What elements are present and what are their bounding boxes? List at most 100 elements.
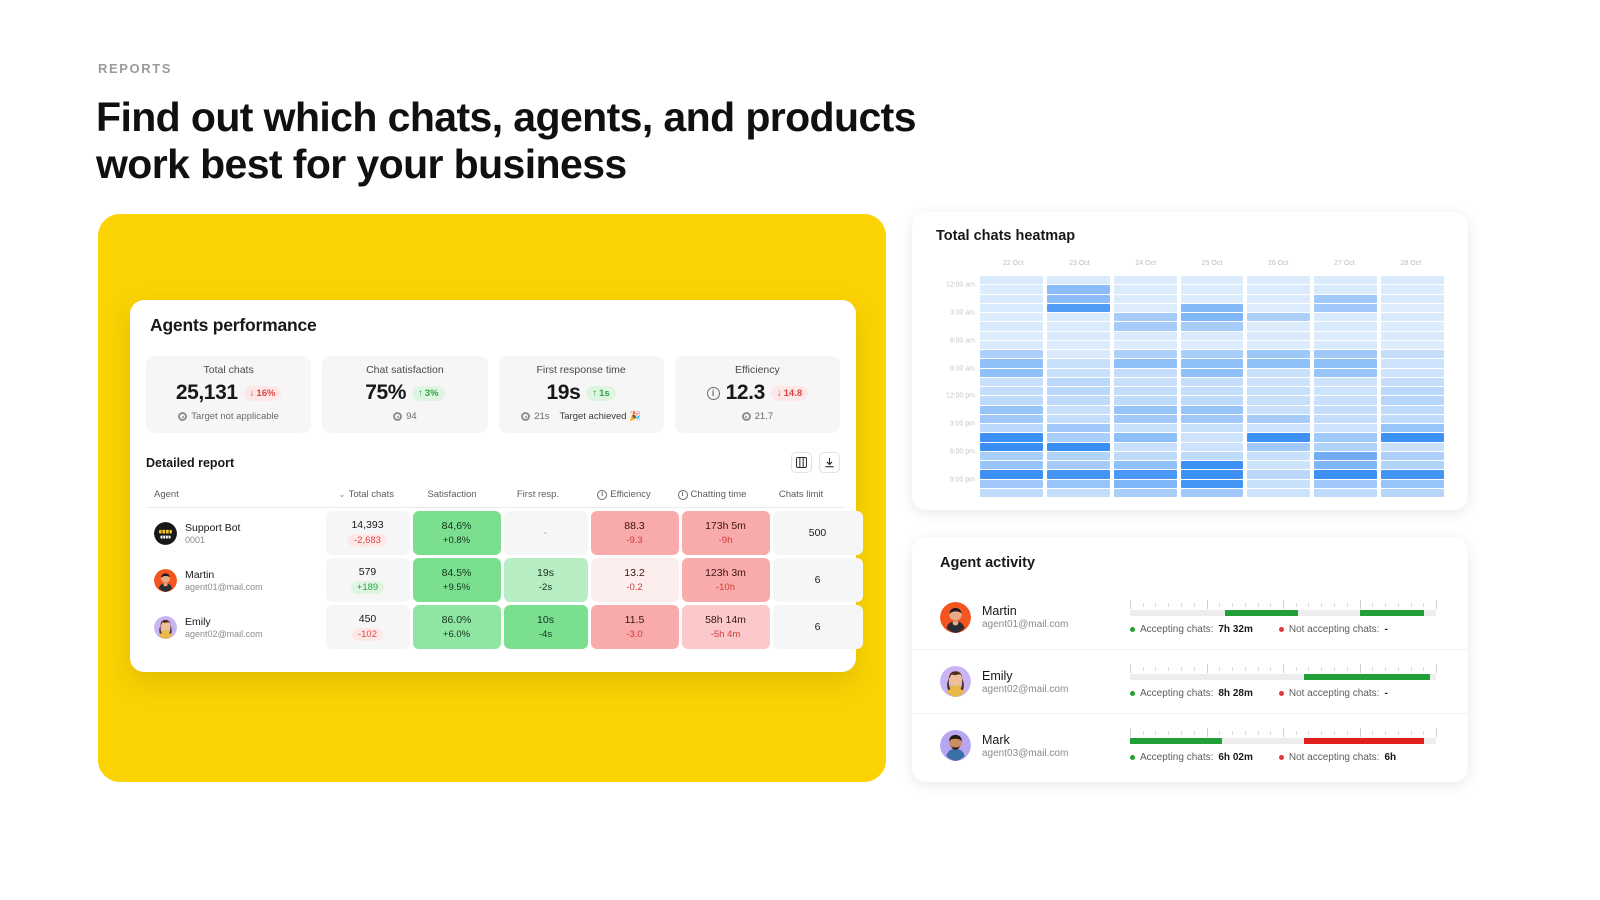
heatmap-cell[interactable]	[1314, 331, 1378, 340]
heatmap-cell[interactable]	[980, 340, 1043, 349]
heatmap-cell[interactable]	[1113, 294, 1177, 303]
heatmap-cell[interactable]	[1180, 322, 1244, 331]
heatmap-cell[interactable]	[1113, 451, 1177, 460]
heatmap-cell[interactable]	[1314, 377, 1378, 386]
heatmap-cell[interactable]	[1046, 276, 1110, 285]
heatmap-cell[interactable]	[1046, 424, 1110, 433]
heatmap-cell[interactable]	[1046, 313, 1110, 322]
heatmap-cell[interactable]	[1381, 396, 1445, 405]
heatmap-cell[interactable]	[1113, 405, 1177, 414]
heatmap-cell[interactable]	[980, 396, 1043, 405]
agent-activity-row[interactable]: Mark agent03@mail.com Accepting chats: 6…	[912, 713, 1468, 777]
heatmap-cell[interactable]	[1046, 479, 1110, 488]
heatmap-cell[interactable]	[1113, 276, 1177, 285]
heatmap-cell[interactable]	[1180, 470, 1244, 479]
heatmap-cell[interactable]	[1247, 424, 1311, 433]
heatmap-cell[interactable]	[1381, 294, 1445, 303]
heatmap-cell[interactable]	[1180, 368, 1244, 377]
heatmap-cell[interactable]	[1381, 424, 1445, 433]
download-icon[interactable]	[819, 452, 840, 473]
columns-icon[interactable]	[791, 452, 812, 473]
heatmap-cell[interactable]	[1113, 414, 1177, 423]
heatmap-cell[interactable]	[1314, 313, 1378, 322]
heatmap-cell[interactable]	[1113, 313, 1177, 322]
agent-activity-timeline[interactable]: Accepting chats: 7h 32m Not accepting ch…	[1130, 599, 1437, 635]
heatmap-cell[interactable]	[1180, 479, 1244, 488]
heatmap-cell[interactable]	[980, 414, 1043, 423]
heatmap-cell[interactable]	[1113, 461, 1177, 470]
heatmap-cell[interactable]	[1381, 322, 1445, 331]
heatmap-cell[interactable]	[980, 303, 1043, 312]
heatmap-cell[interactable]	[1180, 303, 1244, 312]
heatmap-cell[interactable]	[1381, 313, 1445, 322]
heatmap-cell[interactable]	[1314, 368, 1378, 377]
heatmap-cell[interactable]	[1247, 350, 1311, 359]
heatmap-cell[interactable]	[1314, 442, 1378, 451]
heatmap-cell[interactable]	[1046, 414, 1110, 423]
heatmap-cell[interactable]	[980, 313, 1043, 322]
heatmap-cell[interactable]	[1247, 340, 1311, 349]
heatmap-cell[interactable]	[1381, 488, 1445, 497]
heatmap-cell[interactable]	[1381, 276, 1445, 285]
heatmap-cell[interactable]	[1046, 368, 1110, 377]
heatmap-cell[interactable]	[980, 331, 1043, 340]
heatmap-cell[interactable]	[1381, 377, 1445, 386]
heatmap-cell[interactable]	[1113, 322, 1177, 331]
table-cell-agent[interactable]: Support Bot 0001	[146, 511, 324, 555]
heatmap-cell[interactable]	[1113, 442, 1177, 451]
table-header-first[interactable]: First resp.	[496, 489, 580, 500]
heatmap-cell[interactable]	[1113, 331, 1177, 340]
heatmap-cell[interactable]	[1381, 414, 1445, 423]
heatmap-cell[interactable]	[1381, 285, 1445, 294]
heatmap-cell[interactable]	[1247, 331, 1311, 340]
heatmap-cell[interactable]	[1247, 479, 1311, 488]
table-cell-agent[interactable]: Martin agent01@mail.com	[146, 558, 324, 602]
heatmap-cell[interactable]	[1381, 303, 1445, 312]
heatmap-cell[interactable]	[1046, 340, 1110, 349]
heatmap-cell[interactable]	[1381, 451, 1445, 460]
heatmap-cell[interactable]	[980, 424, 1043, 433]
heatmap-cell[interactable]	[1247, 313, 1311, 322]
heatmap-cell[interactable]	[1113, 377, 1177, 386]
heatmap-cell[interactable]	[1314, 451, 1378, 460]
heatmap-cell[interactable]	[1314, 424, 1378, 433]
heatmap-cell[interactable]	[1314, 350, 1378, 359]
heatmap-cell[interactable]	[1046, 433, 1110, 442]
heatmap-cell[interactable]	[1314, 303, 1378, 312]
heatmap-cell[interactable]	[1180, 433, 1244, 442]
heatmap-cell[interactable]	[1314, 294, 1378, 303]
heatmap-cell[interactable]	[1247, 461, 1311, 470]
heatmap-cell[interactable]	[1381, 470, 1445, 479]
heatmap-cell[interactable]	[980, 488, 1043, 497]
heatmap-cell[interactable]	[1247, 294, 1311, 303]
heatmap-cell[interactable]	[980, 322, 1043, 331]
heatmap-cell[interactable]	[980, 470, 1043, 479]
heatmap-cell[interactable]	[1314, 414, 1378, 423]
heatmap-cell[interactable]	[1381, 331, 1445, 340]
heatmap-cell[interactable]	[1113, 433, 1177, 442]
heatmap-cell[interactable]	[980, 377, 1043, 386]
heatmap-cell[interactable]	[1247, 377, 1311, 386]
heatmap-cell[interactable]	[1113, 368, 1177, 377]
heatmap-cell[interactable]	[1180, 359, 1244, 368]
table-cell-agent[interactable]: Emily agent02@mail.com	[146, 605, 324, 649]
heatmap-cell[interactable]	[1381, 368, 1445, 377]
heatmap-cell[interactable]	[1046, 470, 1110, 479]
agent-activity-timeline[interactable]: Accepting chats: 8h 28m Not accepting ch…	[1130, 664, 1437, 699]
heatmap-cell[interactable]	[1046, 331, 1110, 340]
agent-activity-row[interactable]: Emily agent02@mail.com Accepting chats: …	[912, 649, 1468, 713]
heatmap-cell[interactable]	[1381, 340, 1445, 349]
heatmap-cell[interactable]	[1180, 285, 1244, 294]
heatmap-cell[interactable]	[1113, 359, 1177, 368]
heatmap-cell[interactable]	[1180, 405, 1244, 414]
heatmap-cell[interactable]	[1180, 442, 1244, 451]
heatmap-cell[interactable]	[1314, 461, 1378, 470]
heatmap-cell[interactable]	[980, 451, 1043, 460]
timeline-track[interactable]	[1130, 738, 1436, 744]
heatmap-cell[interactable]	[1180, 488, 1244, 497]
heatmap-cell[interactable]	[1180, 414, 1244, 423]
heatmap-cell[interactable]	[1113, 387, 1177, 396]
heatmap-cell[interactable]	[1314, 488, 1378, 497]
heatmap-cell[interactable]	[980, 359, 1043, 368]
heatmap-cell[interactable]	[1113, 470, 1177, 479]
